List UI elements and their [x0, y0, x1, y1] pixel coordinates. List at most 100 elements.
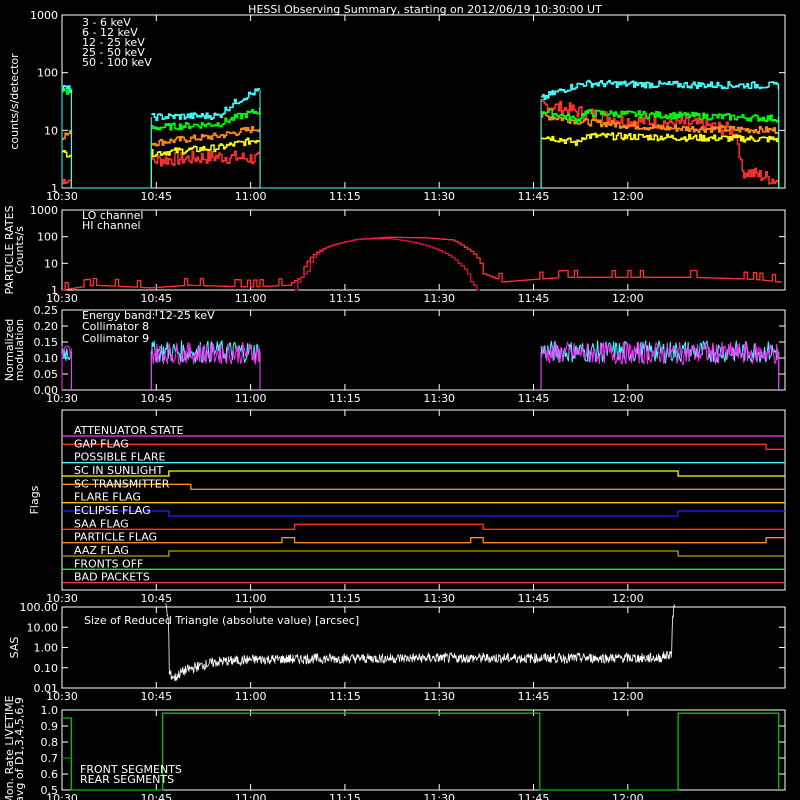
x-tick-label: 11:30 — [423, 392, 455, 405]
legend-rear-segments: REAR SEGMENTS — [80, 773, 174, 786]
y-tick-label: 0.10 — [34, 352, 59, 365]
flag-label: SC IN SUNLIGHT — [74, 464, 164, 477]
flag-label: GAP FLAG — [74, 437, 129, 450]
legend-50-100kev: 50 - 100 keV — [82, 56, 152, 69]
x-tick-label: 11:00 — [235, 392, 267, 405]
x-tick-label: 10:45 — [140, 190, 172, 203]
x-tick-label: 11:15 — [329, 592, 361, 605]
series-25-50kev — [61, 88, 780, 189]
x-tick-label: 12:00 — [612, 592, 644, 605]
panel-1: 10:30 10:45 11:00 11:15 11:30 11:45 12:0011010… — [3, 204, 786, 305]
x-tick-label: 12:00 — [612, 292, 644, 305]
panel-frame — [61, 409, 786, 591]
panel-frame — [61, 14, 786, 189]
x-tick-label: 11:45 — [518, 392, 550, 405]
flag-aaz-flag: AAZ FLAG — [62, 544, 785, 557]
legend-collimator-9: Collimator 9 — [82, 332, 149, 345]
flag-label: POSSIBLE FLARE — [74, 451, 165, 464]
figure-title: HESSI Observing Summary, starting on 201… — [248, 3, 602, 16]
y-tick-label: 0.15 — [34, 336, 59, 349]
x-tick-label: 10:45 — [140, 690, 172, 703]
flag-possible-flare: POSSIBLE FLARE — [62, 451, 785, 464]
y-tick-label: 0.05 — [34, 368, 59, 381]
flag-line — [62, 510, 785, 517]
x-tick-label: 11:00 — [235, 292, 267, 305]
x-tick-label: 12:00 — [612, 792, 644, 800]
flag-sc-in-sunlight: SC IN SUNLIGHT — [62, 464, 785, 477]
y-axis-label: modulation — [13, 319, 26, 381]
x-tick-label: 11:00 — [235, 592, 267, 605]
flag-saa-flag: SAA FLAG — [62, 517, 785, 530]
flag-label: FLARE FLAG — [74, 491, 141, 504]
x-tick-label: 11:45 — [518, 792, 550, 800]
y-tick-label: 0.7 — [41, 752, 59, 765]
flag-line — [62, 483, 785, 490]
y-tick-label: 100 — [37, 231, 58, 244]
flag-label: FRONTS OFF — [74, 557, 143, 570]
x-tick-label: 12:00 — [612, 392, 644, 405]
flag-line — [62, 523, 785, 530]
y-tick-label: 0.10 — [34, 662, 59, 675]
y-tick-label: 100 — [37, 67, 58, 80]
flag-sc-transmitter: SC TRANSMITTER — [62, 477, 785, 490]
panel-frame — [61, 209, 786, 291]
x-tick-label: 11:30 — [423, 792, 455, 800]
series-line — [151, 87, 261, 122]
panel-4: 10:30 10:45 11:00 11:15 11:30 11:45 12:000.010… — [8, 601, 786, 703]
x-tick-label: 11:00 — [235, 190, 267, 203]
y-axis-label: Counts/s — [13, 226, 26, 274]
series-lo-channel — [62, 236, 782, 291]
y-tick-label: 1000 — [30, 9, 58, 22]
flag-particle-flag: PARTICLE FLAG — [62, 531, 785, 544]
x-tick-label: 11:30 — [423, 592, 455, 605]
y-tick-label: 1 — [51, 284, 58, 297]
x-tick-label: 11:15 — [329, 392, 361, 405]
series-50-100kev — [61, 79, 780, 189]
series-3-6kev — [61, 98, 780, 189]
series-line — [541, 132, 780, 146]
x-tick-label: 11:30 — [423, 190, 455, 203]
flag-flare-flag: FLARE FLAG — [62, 491, 785, 504]
x-tick-label: 11:00 — [235, 792, 267, 800]
flag-label: BAD PACKETS — [74, 571, 150, 584]
y-tick-label: 0.00 — [34, 384, 59, 397]
series-line — [62, 129, 73, 140]
panel-5: 10:30 10:45 11:00 11:15 11:30 11:45 12:000.50.… — [3, 695, 786, 800]
y-tick-label: 10 — [44, 257, 58, 270]
y-tick-label: 10.00 — [27, 621, 59, 634]
y-tick-label: 0.5 — [41, 784, 59, 797]
y-axis-label: avg of D1,3,4,5,6,9 — [13, 697, 26, 800]
y-tick-label: 0.9 — [41, 720, 59, 733]
x-tick-label: 11:45 — [518, 292, 550, 305]
y-tick-label: 0.6 — [41, 768, 59, 781]
panels: 10:30 10:45 11:00 11:15 11:30 11:45 12:0011010… — [3, 9, 786, 800]
x-tick-label: 10:45 — [140, 592, 172, 605]
y-tick-label: 0.25 — [34, 304, 59, 317]
series-line — [62, 149, 73, 158]
flag-line — [62, 443, 785, 450]
y-tick-label: 0.01 — [34, 682, 59, 695]
y-axis-label: Flags — [28, 485, 41, 514]
series-hi-channel — [294, 237, 481, 291]
flag-fronts-off: FRONTS OFF — [62, 557, 785, 570]
sas-annotation: Size of Reduced Triangle (absolute value… — [84, 614, 359, 627]
panel-3: 10:30 10:45 11:00 11:15 11:30 11:45 12:00Flags… — [28, 409, 786, 605]
x-tick-label: 11:30 — [423, 292, 455, 305]
y-axis-label: counts/s/detector — [8, 53, 21, 150]
series-line — [62, 178, 73, 188]
x-tick-label: 10:45 — [140, 392, 172, 405]
x-tick-label: 10:45 — [140, 292, 172, 305]
y-tick-label: 1 — [51, 182, 58, 195]
panel-2: 10:30 10:45 11:00 11:15 11:30 11:45 12:000.000… — [3, 304, 786, 405]
x-tick-label: 11:15 — [329, 690, 361, 703]
y-tick-label: 100.00 — [20, 601, 59, 614]
x-tick-label: 11:15 — [329, 190, 361, 203]
flag-label: SAA FLAG — [74, 517, 129, 530]
hessi-observing-summary: HESSI Observing Summary, starting on 201… — [3, 3, 786, 800]
x-tick-label: 11:15 — [329, 792, 361, 800]
x-tick-label: 12:00 — [612, 690, 644, 703]
y-tick-label: 0.20 — [34, 320, 59, 333]
y-tick-label: 0.8 — [41, 736, 59, 749]
flag-label: ATTENUATOR STATE — [74, 424, 184, 437]
flag-line — [62, 470, 785, 477]
